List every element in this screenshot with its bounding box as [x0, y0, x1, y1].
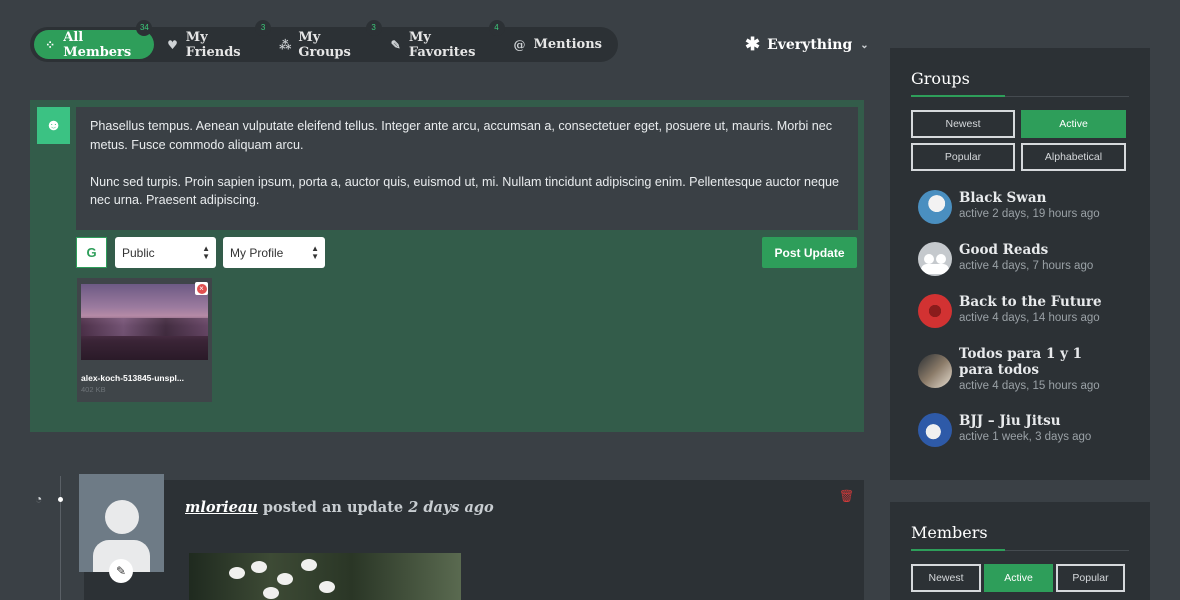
activity-time[interactable]: 2 days ago [408, 499, 494, 516]
title-underline [911, 549, 1129, 551]
group-last-active: active 1 week, 3 days ago [959, 431, 1092, 443]
group-name[interactable]: BJJ – Jiu Jitsu [959, 413, 1119, 429]
post-paragraph: Nunc sed turpis. Proin sapien ipsum, por… [90, 174, 840, 208]
visibility-select[interactable]: Public ▲ ▼ [115, 237, 216, 268]
filter-popular-button[interactable]: Popular [911, 143, 1015, 171]
timeline-line [60, 476, 61, 600]
post-composer: ☻ Phasellus tempus. Aenean vulputate ele… [30, 100, 864, 432]
group-last-active: active 4 days, 14 hours ago [959, 312, 1100, 324]
post-update-button[interactable]: Post Update [762, 237, 857, 268]
group-last-active: active 2 days, 19 hours ago [959, 208, 1100, 220]
tab-my-favorites[interactable]: ✎ My Favorites 4 [380, 20, 505, 60]
filter-active-button[interactable]: Active [1021, 110, 1126, 138]
post-in-icon[interactable]: G [76, 237, 107, 268]
activity-user-link[interactable]: mlorieau [185, 499, 258, 516]
tab-mentions[interactable]: @ Mentions [503, 30, 613, 59]
tab-label: My Groups [298, 29, 351, 60]
group-avatar [918, 413, 952, 447]
select-arrows-icon: ▲ ▼ [202, 243, 210, 261]
at-icon: @ [513, 37, 526, 52]
heart-icon: ♥ [167, 37, 178, 52]
activity-header: mlorieau posted an update 2 days ago [185, 499, 494, 516]
tab-my-friends[interactable]: ♥ My Friends 3 [156, 20, 272, 60]
visibility-value: Public [122, 245, 155, 260]
count-badge: 3 [365, 20, 382, 36]
filter-popular-button[interactable]: Popular [1056, 564, 1125, 592]
activity-action: posted an update [262, 499, 404, 516]
group-last-active: active 4 days, 7 hours ago [959, 260, 1094, 272]
attachment-card: × alex-koch-513845-unspl... 402 KB [77, 278, 212, 402]
group-item[interactable]: Back to the Future active 4 days, 14 hou… [918, 294, 1119, 328]
group-avatar [918, 354, 952, 388]
close-icon: × [196, 283, 207, 294]
tab-my-groups[interactable]: ⁂ My Groups 3 [269, 20, 382, 60]
widget-title: Groups [911, 69, 970, 88]
group-name[interactable]: Black Swan [959, 190, 1119, 206]
chevron-down-icon: ⌄ [860, 39, 869, 51]
activity-filter-tabs: ⁘ All Members 34 ♥ My Friends 3 ⁂ My Gro… [30, 20, 618, 62]
remove-attachment-button[interactable]: × [195, 282, 208, 295]
delete-icon[interactable]: 🗑 [839, 489, 854, 503]
members-icon: ⁘ [45, 37, 56, 52]
tab-label: Mentions [533, 37, 603, 52]
group-avatar [918, 242, 952, 276]
group-last-active: active 4 days, 15 hours ago [959, 380, 1100, 392]
timeline-dot [58, 497, 63, 502]
filter-alphabetical-button[interactable]: Alphabetical [1021, 143, 1126, 171]
group-item[interactable]: BJJ – Jiu Jitsu active 1 week, 3 days ag… [918, 413, 1119, 447]
filter-active-button[interactable]: Active [984, 564, 1053, 592]
title-underline [911, 95, 1129, 97]
widget-title: Members [911, 523, 988, 542]
groups-icon: ⁂ [279, 37, 292, 52]
group-name[interactable]: Todos para 1 y 1 para todos [959, 346, 1119, 378]
count-badge: 34 [136, 20, 153, 36]
avatar[interactable] [79, 474, 164, 572]
group-item[interactable]: Good Reads active 4 days, 7 hours ago [918, 242, 1119, 276]
filter-newest-button[interactable]: Newest [911, 110, 1015, 138]
post-in-value: My Profile [230, 245, 284, 260]
members-widget: Members Newest Active Popular [890, 502, 1150, 600]
count-badge: 4 [488, 20, 505, 36]
bell-icon: ◔ [35, 492, 43, 506]
tab-label: My Friends [185, 29, 241, 60]
tab-label: All Members [63, 29, 132, 60]
pin-icon: ✎ [390, 37, 401, 52]
activity-image[interactable] [189, 553, 461, 600]
group-avatar [918, 294, 952, 328]
tab-all-members[interactable]: ⁘ All Members 34 [34, 20, 155, 60]
group-item[interactable]: Todos para 1 y 1 para todos active 4 day… [918, 346, 1119, 392]
scope-dropdown[interactable]: ✱ Everything ⌄ [745, 36, 869, 54]
post-paragraph: Phasellus tempus. Aenean vulputate eleif… [90, 119, 833, 152]
attachment-thumbnail [81, 284, 208, 360]
group-name[interactable]: Good Reads [959, 242, 1119, 258]
group-item[interactable]: Black Swan active 2 days, 19 hours ago [918, 190, 1119, 224]
count-badge: 3 [255, 20, 272, 36]
asterisk-icon: ✱ [745, 34, 761, 55]
groups-widget: Groups Newest Active Popular Alphabetica… [890, 48, 1150, 480]
filter-newest-button[interactable]: Newest [911, 564, 981, 592]
post-in-select[interactable]: My Profile ▲ ▼ [223, 237, 325, 268]
group-name[interactable]: Back to the Future [959, 294, 1119, 310]
user-avatar-icon: ☻ [37, 107, 70, 144]
attachment-filename: alex-koch-513845-unspl... [81, 373, 184, 383]
attachment-size: 402 KB [81, 385, 106, 394]
tab-label: My Favorites [408, 29, 476, 60]
pin-icon: ✎ [115, 564, 127, 578]
select-arrows-icon: ▲ ▼ [311, 243, 319, 261]
group-avatar [918, 190, 952, 224]
pin-button[interactable]: ✎ [109, 559, 133, 583]
scope-label: Everything [767, 37, 853, 53]
post-textarea[interactable]: Phasellus tempus. Aenean vulputate eleif… [76, 107, 858, 230]
